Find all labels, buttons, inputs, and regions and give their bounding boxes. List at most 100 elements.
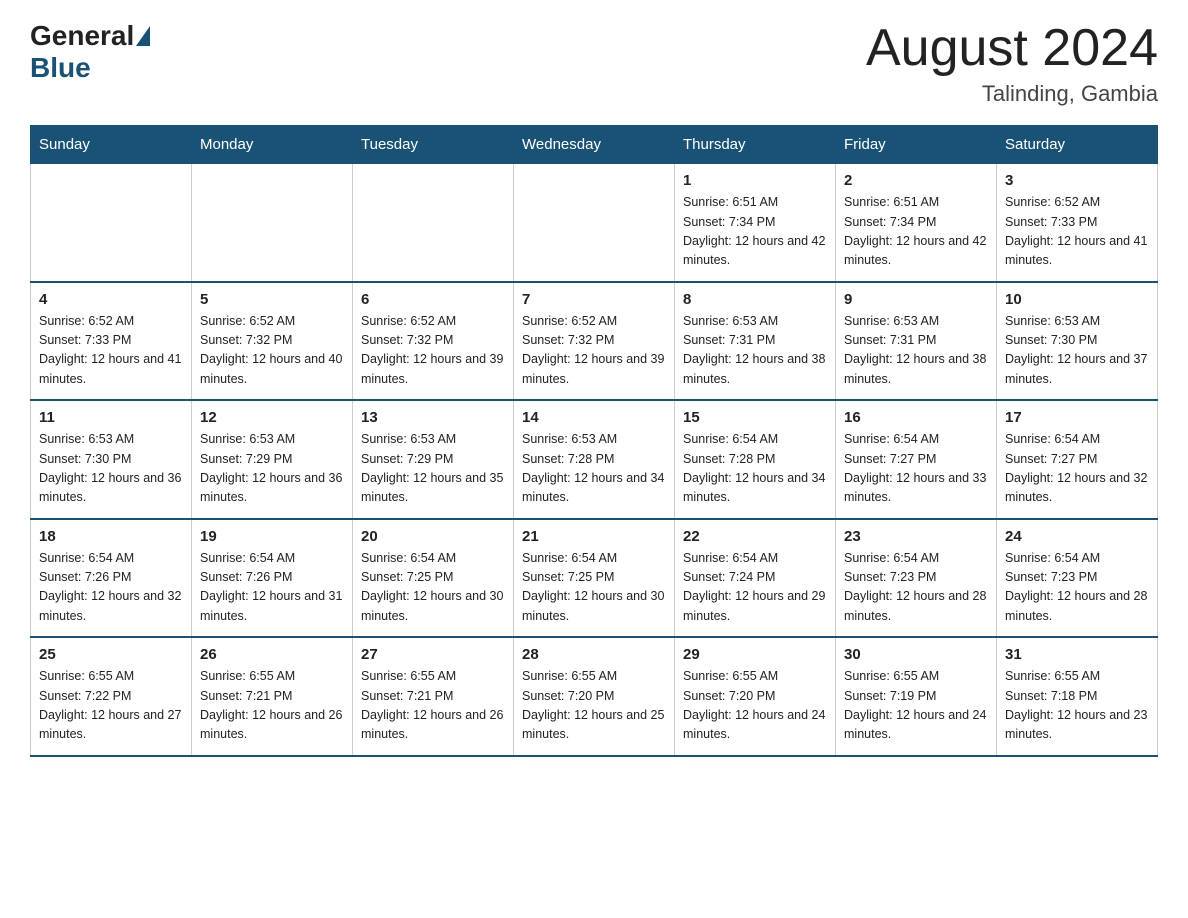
- page-header: General Blue August 2024 Talinding, Gamb…: [30, 20, 1158, 107]
- day-number: 7: [522, 291, 666, 308]
- day-number: 31: [1005, 646, 1149, 663]
- location: Talinding, Gambia: [866, 81, 1158, 107]
- day-number: 13: [361, 409, 505, 426]
- day-info: Sunrise: 6:54 AM Sunset: 7:26 PM Dayligh…: [200, 549, 344, 627]
- day-info: Sunrise: 6:51 AM Sunset: 7:34 PM Dayligh…: [683, 193, 827, 271]
- day-number: 17: [1005, 409, 1149, 426]
- day-number: 1: [683, 172, 827, 189]
- day-cell-1: 1 Sunrise: 6:51 AM Sunset: 7:34 PM Daylig…: [675, 164, 836, 282]
- day-cell-14: 14 Sunrise: 6:53 AM Sunset: 7:28 PM Dayli…: [514, 400, 675, 519]
- day-number: 20: [361, 528, 505, 545]
- day-cell-11: 11 Sunrise: 6:53 AM Sunset: 7:30 PM Dayli…: [31, 400, 192, 519]
- calendar-table: SundayMondayTuesdayWednesdayThursdayFrid…: [30, 125, 1158, 757]
- day-cell-20: 20 Sunrise: 6:54 AM Sunset: 7:25 PM Dayli…: [353, 519, 514, 638]
- day-number: 14: [522, 409, 666, 426]
- day-info: Sunrise: 6:55 AM Sunset: 7:18 PM Dayligh…: [1005, 667, 1149, 745]
- day-cell-13: 13 Sunrise: 6:53 AM Sunset: 7:29 PM Dayli…: [353, 400, 514, 519]
- day-info: Sunrise: 6:54 AM Sunset: 7:25 PM Dayligh…: [361, 549, 505, 627]
- day-info: Sunrise: 6:55 AM Sunset: 7:19 PM Dayligh…: [844, 667, 988, 745]
- day-cell-5: 5Sunrise: 6:52 AM Sunset: 7:32 PM Daylig…: [192, 282, 353, 401]
- day-number: 29: [683, 646, 827, 663]
- day-cell-15: 15 Sunrise: 6:54 AM Sunset: 7:28 PM Dayli…: [675, 400, 836, 519]
- month-title: August 2024: [866, 20, 1158, 77]
- weekday-header-friday: Friday: [836, 126, 997, 164]
- day-cell-31: 31 Sunrise: 6:55 AM Sunset: 7:18 PM Dayli…: [997, 637, 1158, 756]
- day-cell-27: 27Sunrise: 6:55 AM Sunset: 7:21 PM Dayli…: [353, 637, 514, 756]
- day-cell-29: 29 Sunrise: 6:55 AM Sunset: 7:20 PM Dayli…: [675, 637, 836, 756]
- day-cell-empty: [192, 164, 353, 282]
- day-cell-12: 12 Sunrise: 6:53 AM Sunset: 7:29 PM Dayli…: [192, 400, 353, 519]
- day-number: 5: [200, 291, 344, 308]
- day-cell-21: 21Sunrise: 6:54 AM Sunset: 7:25 PM Dayli…: [514, 519, 675, 638]
- day-info: Sunrise: 6:53 AM Sunset: 7:30 PM Dayligh…: [1005, 312, 1149, 390]
- day-info: Sunrise: 6:53 AM Sunset: 7:30 PM Dayligh…: [39, 430, 183, 508]
- day-info: Sunrise: 6:51 AM Sunset: 7:34 PM Dayligh…: [844, 193, 988, 271]
- day-number: 6: [361, 291, 505, 308]
- day-number: 12: [200, 409, 344, 426]
- week-row-1: 1 Sunrise: 6:51 AM Sunset: 7:34 PM Daylig…: [31, 164, 1158, 282]
- weekday-header-tuesday: Tuesday: [353, 126, 514, 164]
- day-cell-17: 17 Sunrise: 6:54 AM Sunset: 7:27 PM Dayli…: [997, 400, 1158, 519]
- day-number: 8: [683, 291, 827, 308]
- day-cell-6: 6 Sunrise: 6:52 AM Sunset: 7:32 PM Daylig…: [353, 282, 514, 401]
- weekday-header-sunday: Sunday: [31, 126, 192, 164]
- title-block: August 2024 Talinding, Gambia: [866, 20, 1158, 107]
- day-number: 11: [39, 409, 183, 426]
- day-number: 26: [200, 646, 344, 663]
- day-cell-30: 30 Sunrise: 6:55 AM Sunset: 7:19 PM Dayli…: [836, 637, 997, 756]
- day-cell-9: 9Sunrise: 6:53 AM Sunset: 7:31 PM Daylig…: [836, 282, 997, 401]
- logo: General Blue: [30, 20, 152, 84]
- day-cell-3: 3 Sunrise: 6:52 AM Sunset: 7:33 PM Daylig…: [997, 164, 1158, 282]
- day-number: 18: [39, 528, 183, 545]
- day-cell-2: 2 Sunrise: 6:51 AM Sunset: 7:34 PM Daylig…: [836, 164, 997, 282]
- day-number: 21: [522, 528, 666, 545]
- day-cell-26: 26 Sunrise: 6:55 AM Sunset: 7:21 PM Dayli…: [192, 637, 353, 756]
- day-info: Sunrise: 6:54 AM Sunset: 7:27 PM Dayligh…: [844, 430, 988, 508]
- weekday-header-row: SundayMondayTuesdayWednesdayThursdayFrid…: [31, 126, 1158, 164]
- day-info: Sunrise: 6:54 AM Sunset: 7:23 PM Dayligh…: [844, 549, 988, 627]
- logo-blue-text: Blue: [30, 52, 91, 84]
- weekday-header-monday: Monday: [192, 126, 353, 164]
- day-info: Sunrise: 6:53 AM Sunset: 7:29 PM Dayligh…: [361, 430, 505, 508]
- day-number: 4: [39, 291, 183, 308]
- week-row-2: 4 Sunrise: 6:52 AM Sunset: 7:33 PM Daylig…: [31, 282, 1158, 401]
- day-cell-empty: [353, 164, 514, 282]
- week-row-5: 25 Sunrise: 6:55 AM Sunset: 7:22 PM Dayli…: [31, 637, 1158, 756]
- day-number: 9: [844, 291, 988, 308]
- week-row-4: 18 Sunrise: 6:54 AM Sunset: 7:26 PM Dayli…: [31, 519, 1158, 638]
- day-cell-28: 28Sunrise: 6:55 AM Sunset: 7:20 PM Dayli…: [514, 637, 675, 756]
- day-info: Sunrise: 6:54 AM Sunset: 7:24 PM Dayligh…: [683, 549, 827, 627]
- day-number: 27: [361, 646, 505, 663]
- day-info: Sunrise: 6:53 AM Sunset: 7:29 PM Dayligh…: [200, 430, 344, 508]
- day-number: 30: [844, 646, 988, 663]
- day-info: Sunrise: 6:55 AM Sunset: 7:20 PM Dayligh…: [522, 667, 666, 745]
- day-info: Sunrise: 6:55 AM Sunset: 7:22 PM Dayligh…: [39, 667, 183, 745]
- day-cell-22: 22 Sunrise: 6:54 AM Sunset: 7:24 PM Dayli…: [675, 519, 836, 638]
- day-info: Sunrise: 6:52 AM Sunset: 7:33 PM Dayligh…: [39, 312, 183, 390]
- day-number: 25: [39, 646, 183, 663]
- day-info: Sunrise: 6:55 AM Sunset: 7:20 PM Dayligh…: [683, 667, 827, 745]
- weekday-header-wednesday: Wednesday: [514, 126, 675, 164]
- weekday-header-saturday: Saturday: [997, 126, 1158, 164]
- day-cell-23: 23 Sunrise: 6:54 AM Sunset: 7:23 PM Dayli…: [836, 519, 997, 638]
- day-info: Sunrise: 6:54 AM Sunset: 7:27 PM Dayligh…: [1005, 430, 1149, 508]
- day-info: Sunrise: 6:54 AM Sunset: 7:26 PM Dayligh…: [39, 549, 183, 627]
- day-info: Sunrise: 6:54 AM Sunset: 7:28 PM Dayligh…: [683, 430, 827, 508]
- day-cell-19: 19Sunrise: 6:54 AM Sunset: 7:26 PM Dayli…: [192, 519, 353, 638]
- day-cell-7: 7Sunrise: 6:52 AM Sunset: 7:32 PM Daylig…: [514, 282, 675, 401]
- day-info: Sunrise: 6:53 AM Sunset: 7:31 PM Dayligh…: [683, 312, 827, 390]
- weekday-header-thursday: Thursday: [675, 126, 836, 164]
- day-info: Sunrise: 6:52 AM Sunset: 7:32 PM Dayligh…: [361, 312, 505, 390]
- day-number: 23: [844, 528, 988, 545]
- day-number: 22: [683, 528, 827, 545]
- day-number: 3: [1005, 172, 1149, 189]
- day-cell-empty: [31, 164, 192, 282]
- day-info: Sunrise: 6:55 AM Sunset: 7:21 PM Dayligh…: [200, 667, 344, 745]
- week-row-3: 11 Sunrise: 6:53 AM Sunset: 7:30 PM Dayli…: [31, 400, 1158, 519]
- day-number: 15: [683, 409, 827, 426]
- day-info: Sunrise: 6:53 AM Sunset: 7:28 PM Dayligh…: [522, 430, 666, 508]
- day-info: Sunrise: 6:52 AM Sunset: 7:33 PM Dayligh…: [1005, 193, 1149, 271]
- day-number: 16: [844, 409, 988, 426]
- day-number: 2: [844, 172, 988, 189]
- day-cell-24: 24Sunrise: 6:54 AM Sunset: 7:23 PM Dayli…: [997, 519, 1158, 638]
